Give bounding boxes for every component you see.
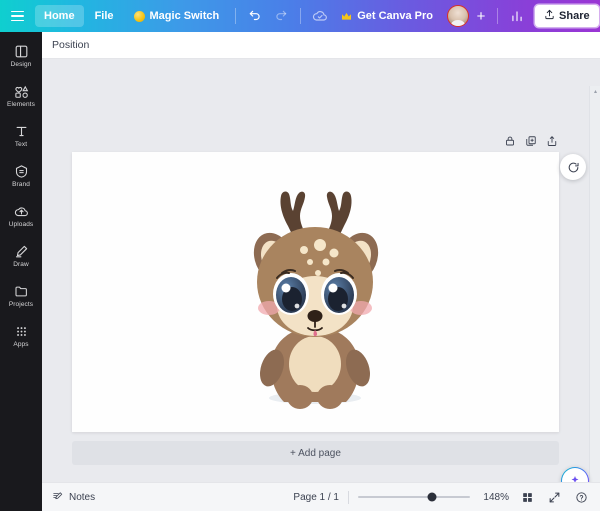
apps-icon: [14, 324, 29, 339]
vertical-scrollbar[interactable]: ▴ ▾: [589, 86, 600, 511]
zoom-slider[interactable]: [358, 491, 470, 503]
page-tools: [504, 134, 558, 152]
duplicate-icon[interactable]: [525, 134, 537, 152]
help-icon[interactable]: [572, 488, 590, 506]
magic-switch-icon: [133, 10, 145, 22]
sidebar-item-uploads-label: Uploads: [8, 221, 34, 228]
sidebar-item-apps-label: Apps: [13, 341, 29, 348]
user-avatar[interactable]: [447, 5, 470, 27]
lock-icon[interactable]: [504, 134, 516, 152]
sidebar-item-text[interactable]: Text: [0, 116, 42, 156]
fullscreen-icon[interactable]: [545, 488, 563, 506]
notes-button[interactable]: Notes: [52, 490, 95, 505]
add-page-button[interactable]: + Add page: [72, 441, 559, 465]
bottom-bar-right: Page 1 / 1 148%: [293, 488, 590, 506]
sidebar-item-design[interactable]: Design: [0, 36, 42, 76]
sidebar-item-projects[interactable]: Projects: [0, 276, 42, 316]
position-button[interactable]: Position: [52, 39, 89, 51]
crown-icon: [341, 12, 352, 21]
context-toolbar: Position: [42, 32, 600, 59]
get-canva-pro-button[interactable]: Get Canva Pro: [333, 5, 441, 27]
brand-icon: [14, 164, 29, 179]
menu-item-home[interactable]: Home: [35, 5, 84, 27]
sidebar-item-elements-label: Elements: [7, 101, 35, 108]
zoom-level-label: 148%: [483, 491, 509, 503]
bar-chart-icon[interactable]: [504, 4, 530, 28]
cartoon-baby-deer-illustration[interactable]: [72, 152, 559, 432]
sidebar-item-uploads[interactable]: Uploads: [0, 196, 42, 236]
notes-label: Notes: [69, 491, 96, 503]
get-canva-pro-label: Get Canva Pro: [357, 10, 434, 22]
rotate-icon[interactable]: [560, 154, 586, 180]
share-label: Share: [559, 10, 590, 22]
projects-icon: [14, 284, 29, 299]
page-indicator: Page 1 / 1: [293, 491, 339, 503]
editor-workspace: Position + Add page ▴: [42, 32, 600, 511]
scroll-up-arrow[interactable]: ▴: [590, 86, 600, 97]
menu-item-home-label: Home: [44, 10, 75, 22]
notes-icon: [52, 490, 64, 505]
sidebar-item-brand[interactable]: Brand: [0, 156, 42, 196]
undo-icon[interactable]: [242, 4, 268, 28]
zoom-track: [358, 496, 470, 498]
menu-item-file-label: File: [94, 10, 114, 22]
toolbar-divider-2: [300, 8, 302, 24]
menu-item-magic-switch-label: Magic Switch: [149, 10, 220, 22]
toolbar-divider-1: [235, 8, 237, 24]
design-icon: [14, 44, 29, 59]
sidebar-item-draw[interactable]: Draw: [0, 236, 42, 276]
grid-view-icon[interactable]: [518, 488, 536, 506]
share-button[interactable]: Share: [535, 5, 599, 27]
left-sidebar: Design Elements Text Brand Uploads Draw …: [0, 32, 42, 511]
export-page-icon[interactable]: [546, 134, 558, 152]
uploads-icon: [14, 204, 29, 219]
sidebar-item-elements[interactable]: Elements: [0, 76, 42, 116]
add-collaborator-icon[interactable]: +: [471, 5, 491, 27]
share-upload-icon: [544, 9, 555, 23]
elements-icon: [14, 84, 29, 99]
top-bar: Home File Magic Switch Get Canva Pro + S…: [0, 0, 600, 32]
hamburger-icon[interactable]: [0, 0, 34, 32]
cloud-saved-icon[interactable]: [307, 4, 333, 28]
bottom-bar: Notes Page 1 / 1 148%: [42, 482, 600, 511]
text-icon: [14, 124, 29, 139]
sidebar-item-brand-label: Brand: [12, 181, 30, 188]
bottom-divider: [348, 490, 349, 504]
top-bar-right: Get Canva Pro + Share: [333, 0, 600, 32]
zoom-knob[interactable]: [427, 492, 437, 502]
sidebar-item-design-label: Design: [10, 61, 32, 68]
toolbar-divider-3: [497, 8, 499, 24]
menu-item-file[interactable]: File: [86, 5, 123, 27]
redo-icon[interactable]: [268, 4, 294, 28]
add-page-label: + Add page: [290, 447, 341, 459]
canva-editor-window: Home File Magic Switch Get Canva Pro + S…: [0, 0, 600, 511]
canvas-scroll-region: + Add page ▴ ▾ ◂ ▸: [42, 59, 600, 511]
sidebar-item-draw-label: Draw: [13, 261, 29, 268]
top-bar-left: Home File Magic Switch: [0, 0, 333, 32]
design-page[interactable]: [72, 152, 559, 432]
sidebar-item-text-label: Text: [14, 141, 28, 148]
sidebar-item-projects-label: Projects: [8, 301, 34, 308]
sidebar-item-apps[interactable]: Apps: [0, 316, 42, 356]
menu-item-magic-switch[interactable]: Magic Switch: [125, 5, 229, 27]
draw-icon: [14, 244, 29, 259]
